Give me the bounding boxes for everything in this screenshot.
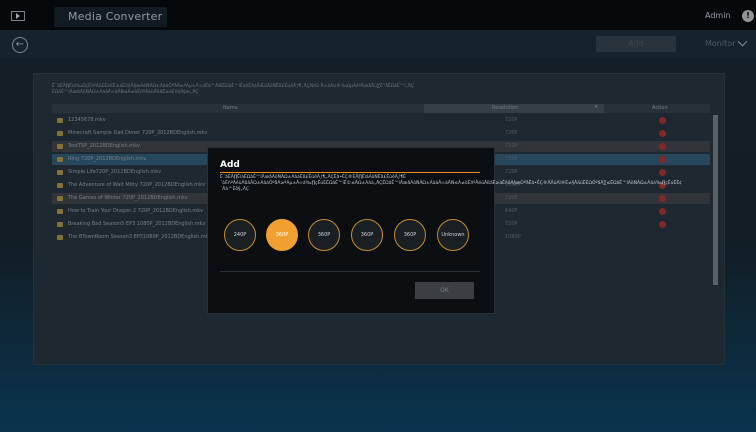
resolution-option-360p-selected[interactable]: 360P <box>266 219 298 251</box>
dialog-description: Ë´ãÈÅ∏ÊìáËΩâÊ™îÂæåÁöÑÂΩ±ÁâáËß£ÊûêÂ∫¶„ÄÇË… <box>220 175 683 192</box>
resolution-option[interactable]: 360P <box>351 219 383 251</box>
add-dialog: Add Ë´ãÈÅ∏ÊìáËΩâÊ™îÂæåÁöÑÂΩ±ÁâáËß£ÊûêÂ∫¶… <box>207 147 683 314</box>
resolution-option-240p[interactable]: 240P <box>224 219 256 251</box>
resolution-option[interactable]: 360P <box>308 219 340 251</box>
resolution-option[interactable]: 360P <box>394 219 426 251</box>
ok-button[interactable]: OK <box>415 282 474 299</box>
dialog-divider <box>220 271 480 272</box>
dialog-title: Add <box>220 160 240 170</box>
dialog-title-underline <box>220 172 480 173</box>
resolution-option-unknown[interactable]: Unknown <box>437 219 469 251</box>
